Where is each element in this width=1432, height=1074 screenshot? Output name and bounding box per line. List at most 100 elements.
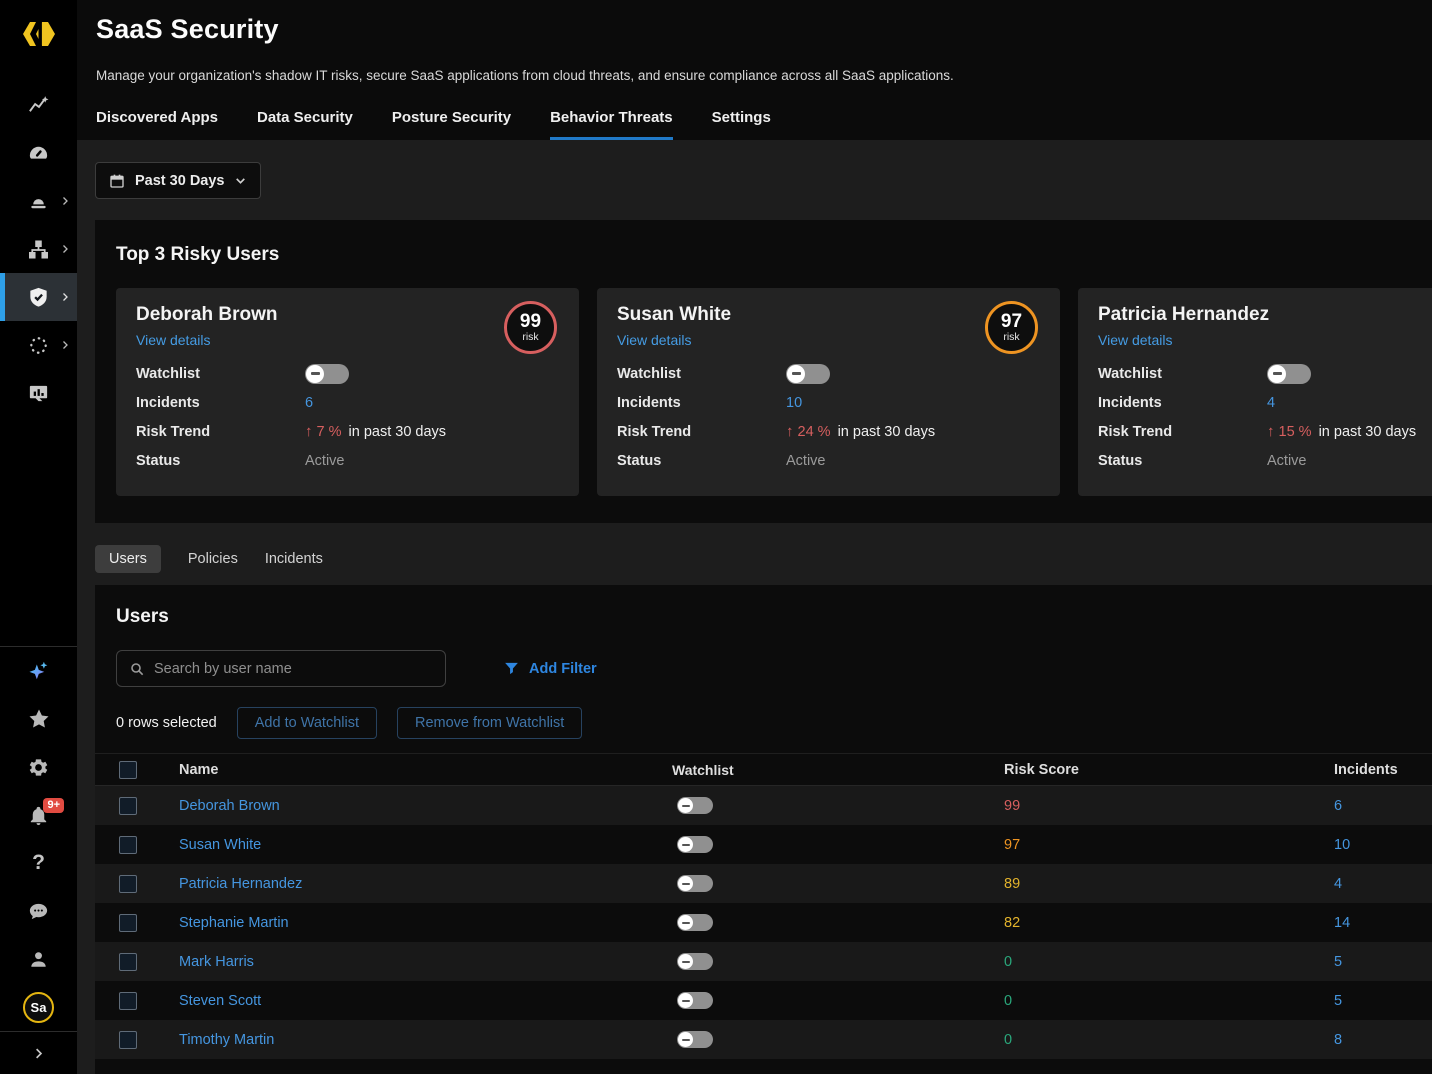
page-description: Manage your organization's shadow IT ris… — [96, 68, 1432, 83]
incidents-link[interactable]: 10 — [1334, 837, 1350, 853]
row-checkbox[interactable] — [119, 914, 137, 932]
watchlist-toggle[interactable] — [677, 1031, 713, 1048]
toggle-knob — [678, 798, 693, 813]
sidebar-item-ai-assistant[interactable] — [0, 647, 77, 695]
sidebar-item-reports[interactable] — [0, 369, 77, 417]
watchlist-toggle[interactable] — [677, 875, 713, 892]
incidents-count[interactable]: 10 — [786, 395, 802, 411]
sidebar-item-activity-insights[interactable] — [0, 81, 77, 129]
toggle-knob — [678, 915, 693, 930]
dotted-circle-icon — [27, 334, 50, 357]
trend-period: in past 30 days — [349, 424, 447, 440]
row-checkbox[interactable] — [119, 953, 137, 971]
table-row: Deborah Brown 99 6 — [95, 786, 1432, 825]
select-all-checkbox[interactable] — [119, 761, 137, 779]
sidebar-item-alerts[interactable] — [0, 177, 77, 225]
watchlist-toggle[interactable] — [677, 953, 713, 970]
incidents-link[interactable]: 14 — [1334, 915, 1350, 931]
chevron-right-icon — [59, 195, 71, 207]
incidents-link[interactable]: 6 — [1334, 798, 1342, 814]
report-icon — [27, 382, 50, 405]
tab-data-security[interactable]: Data Security — [257, 109, 353, 140]
table-row: Stephanie Martin 82 14 — [95, 903, 1432, 942]
row-checkbox[interactable] — [119, 797, 137, 815]
chevron-right-icon — [59, 243, 71, 255]
tab-discovered-apps[interactable]: Discovered Apps — [96, 109, 218, 140]
gauge-icon — [27, 142, 50, 165]
sidebar-item-account[interactable] — [0, 935, 77, 983]
sidebar-item-dashboard[interactable] — [0, 129, 77, 177]
tab-incidents[interactable]: Incidents — [265, 545, 323, 573]
watchlist-toggle[interactable] — [1267, 364, 1311, 384]
sidebar-item-services[interactable] — [0, 321, 77, 369]
watchlist-toggle[interactable] — [677, 836, 713, 853]
sidebar-item-help[interactable]: ? — [0, 839, 77, 887]
watchlist-toggle[interactable] — [305, 364, 349, 384]
tab-settings[interactable]: Settings — [712, 109, 771, 140]
table-row-partial — [95, 1059, 1432, 1074]
row-checkbox[interactable] — [119, 1031, 137, 1049]
tab-behavior-threats[interactable]: Behavior Threats — [550, 109, 673, 140]
content: Past 30 Days Top 3 Risky Users Deborah B… — [77, 140, 1432, 1074]
card-info: Watchlist Incidents 4 Risk Trend ↑ 15 % — [1098, 359, 1432, 475]
table-row: Mark Harris 0 5 — [95, 942, 1432, 981]
column-header-incidents[interactable]: Incidents — [1332, 762, 1432, 778]
user-name: Patricia Hernandez — [1098, 304, 1432, 326]
user-name-link[interactable]: Steven Scott — [179, 993, 261, 1009]
view-details-link[interactable]: View details — [136, 332, 210, 348]
sidebar-item-favorites[interactable] — [0, 695, 77, 743]
sidebar-item-settings[interactable] — [0, 743, 77, 791]
user-name-link[interactable]: Deborah Brown — [179, 798, 280, 814]
incidents-count[interactable]: 4 — [1267, 395, 1275, 411]
watchlist-label: Watchlist — [136, 366, 305, 382]
sidebar-item-chat[interactable] — [0, 887, 77, 935]
column-header-risk-score[interactable]: Risk Score — [1000, 762, 1332, 778]
sidebar-item-network[interactable] — [0, 225, 77, 273]
view-details-link[interactable]: View details — [1098, 332, 1172, 348]
row-checkbox[interactable] — [119, 836, 137, 854]
watchlist-toggle[interactable] — [677, 914, 713, 931]
sidebar-item-notifications[interactable]: 9+ — [0, 791, 77, 839]
time-range-dropdown[interactable]: Past 30 Days — [95, 162, 261, 199]
column-header-name[interactable]: Name — [179, 762, 672, 778]
sidebar-item-saas-security[interactable] — [0, 273, 77, 321]
help-icon: ? — [32, 851, 45, 875]
risk-trend-label: Risk Trend — [617, 424, 786, 440]
risk-trend-label: Risk Trend — [136, 424, 305, 440]
incidents-link[interactable]: 4 — [1334, 876, 1342, 892]
watchlist-toggle[interactable] — [786, 364, 830, 384]
incidents-link[interactable]: 5 — [1334, 954, 1342, 970]
risk-score-value: 97 — [1001, 312, 1022, 331]
search-input[interactable] — [154, 661, 433, 677]
sidebar-item-user-avatar[interactable]: Sa — [0, 983, 77, 1031]
tab-posture-security[interactable]: Posture Security — [392, 109, 511, 140]
remove-from-watchlist-button[interactable]: Remove from Watchlist — [397, 707, 582, 739]
tab-policies[interactable]: Policies — [188, 545, 238, 573]
add-filter-button[interactable]: Add Filter — [503, 660, 597, 677]
add-to-watchlist-button[interactable]: Add to Watchlist — [237, 707, 377, 739]
row-checkbox[interactable] — [119, 992, 137, 1010]
risk-score-cell: 99 — [1000, 798, 1332, 814]
watchlist-toggle[interactable] — [677, 992, 713, 1009]
incidents-link[interactable]: 8 — [1334, 1032, 1342, 1048]
user-name-link[interactable]: Patricia Hernandez — [179, 876, 302, 892]
trend-up-arrow-icon: ↑ — [305, 423, 313, 440]
gear-icon — [27, 756, 50, 779]
view-details-link[interactable]: View details — [617, 332, 691, 348]
incidents-link[interactable]: 5 — [1334, 993, 1342, 1009]
user-name: Deborah Brown — [136, 304, 559, 326]
chevron-right-icon — [59, 339, 71, 351]
sidebar-expand-button[interactable] — [0, 1032, 77, 1074]
watchlist-toggle[interactable] — [677, 797, 713, 814]
row-checkbox[interactable] — [119, 875, 137, 893]
user-name-link[interactable]: Timothy Martin — [179, 1032, 274, 1048]
user-name-link[interactable]: Stephanie Martin — [179, 915, 289, 931]
chevron-right-icon — [31, 1046, 46, 1061]
brand-logo[interactable] — [0, 0, 77, 68]
page-title: SaaS Security — [96, 0, 1432, 45]
column-header-watchlist[interactable]: Watchlist — [672, 762, 1000, 778]
tab-users[interactable]: Users — [95, 545, 161, 573]
incidents-count[interactable]: 6 — [305, 395, 313, 411]
user-name-link[interactable]: Mark Harris — [179, 954, 254, 970]
user-name-link[interactable]: Susan White — [179, 837, 261, 853]
